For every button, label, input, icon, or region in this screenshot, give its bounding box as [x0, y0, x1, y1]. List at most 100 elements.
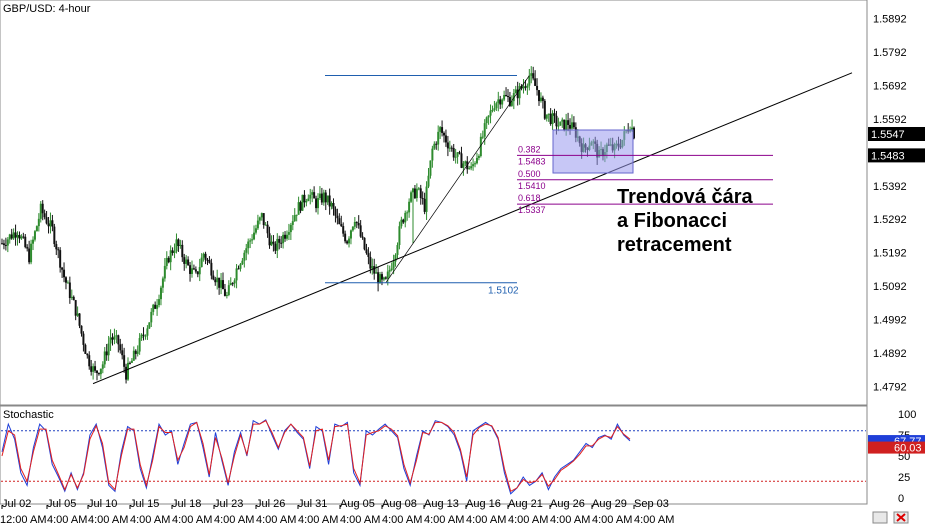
candle-down — [181, 244, 184, 258]
candle-up — [417, 188, 420, 190]
candle-up — [557, 125, 560, 127]
candle-down — [57, 249, 60, 251]
candle-up — [256, 220, 259, 229]
candle-up — [561, 119, 564, 122]
candle-up — [169, 250, 172, 263]
candle-up — [76, 313, 79, 316]
price-tick-label: 1.5392 — [873, 181, 907, 193]
candle-up — [398, 226, 401, 246]
x-time-label: 4:00 AM — [466, 514, 506, 525]
candle-down — [192, 268, 195, 270]
candle-up — [545, 114, 548, 119]
candle-up — [152, 304, 155, 312]
candle-down — [24, 236, 27, 248]
candle-up — [400, 219, 403, 227]
candle-up — [489, 110, 492, 116]
candle-up — [245, 248, 248, 253]
candle-up — [282, 234, 285, 244]
chart-window: 1.5102 0.382 1.5483 0.500 1.5410 0.618 1.5337 … — [0, 0, 925, 525]
candle-up — [322, 192, 325, 203]
candle-down — [553, 113, 556, 116]
candle-down — [313, 192, 316, 199]
fib-price-label: 1.5410 — [518, 181, 546, 191]
candle-up — [518, 86, 521, 99]
candle-up — [158, 299, 161, 306]
stoch-tick-label: 25 — [898, 472, 910, 484]
fib-ratio-label: 0.618 — [518, 193, 541, 203]
candle-down — [355, 221, 358, 224]
candle-down — [328, 195, 331, 207]
candle-down — [14, 232, 17, 238]
x-date-label: Jul 18 — [172, 498, 201, 510]
candle-up — [66, 282, 69, 284]
candle-down — [121, 350, 124, 356]
price-tick-label: 1.5892 — [873, 14, 907, 26]
candle-up — [495, 103, 498, 109]
candle-down — [72, 296, 75, 301]
candle-down — [280, 242, 283, 244]
candle-up — [8, 234, 11, 240]
candle-down — [262, 213, 265, 225]
candle-down — [84, 344, 87, 354]
candle-up — [12, 232, 15, 239]
candle-up — [468, 168, 471, 170]
candle-down — [452, 148, 455, 158]
candle-down — [59, 250, 62, 268]
candle-up — [92, 366, 95, 372]
x-date-label: Jul 31 — [298, 498, 327, 510]
candle-up — [293, 215, 296, 222]
candle-down — [74, 300, 77, 316]
candle-up — [390, 268, 393, 271]
candle-up — [190, 268, 193, 274]
candle-up — [39, 203, 42, 219]
x-date-label: Jul 26 — [256, 498, 285, 510]
candle-down — [218, 277, 221, 288]
candle-down — [278, 238, 281, 243]
candle-down — [446, 142, 449, 149]
fib-price-label: 1.5483 — [518, 156, 546, 166]
candle-up — [474, 163, 477, 165]
candle-up — [392, 261, 395, 269]
candle-down — [210, 262, 213, 276]
candle-down — [78, 313, 81, 326]
candle-down — [237, 268, 240, 270]
x-date-label: Aug 29 — [592, 498, 627, 510]
candle-up — [225, 294, 228, 296]
scroll-button[interactable] — [872, 511, 888, 524]
candle-up — [32, 239, 35, 244]
candle-up — [491, 109, 494, 111]
candle-up — [530, 73, 533, 76]
candle-up — [173, 251, 176, 253]
candle-down — [61, 267, 64, 270]
candle-down — [419, 188, 422, 199]
candle-up — [330, 203, 333, 207]
stochastic-title: Stochastic — [3, 409, 54, 421]
candle-up — [464, 161, 467, 164]
candle-up — [503, 94, 506, 100]
candle-up — [101, 364, 104, 369]
candle-up — [140, 334, 143, 339]
annotation-line-1: Trendová čára — [617, 186, 754, 208]
candle-up — [227, 285, 230, 295]
candle-down — [86, 353, 89, 356]
candle-up — [253, 232, 256, 240]
candle-down — [123, 355, 126, 367]
candle-up — [462, 163, 465, 168]
candle-down — [413, 188, 416, 199]
candle-down — [336, 215, 339, 219]
candle-up — [559, 121, 562, 126]
x-date-label: Aug 05 — [340, 498, 375, 510]
candle-down — [2, 243, 5, 246]
candle-up — [388, 270, 391, 272]
x-time-label: 4:00 AM — [508, 514, 548, 525]
candle-up — [485, 117, 488, 124]
candle-up — [109, 337, 112, 344]
candle-down — [536, 85, 539, 91]
candle-up — [437, 131, 440, 145]
x-date-label: Sep 03 — [634, 498, 669, 510]
candle-down — [365, 249, 368, 254]
candle-down — [344, 233, 347, 242]
annotation-line-2: a Fibonacci — [617, 210, 727, 232]
candle-up — [379, 274, 382, 284]
candle-down — [231, 283, 234, 285]
